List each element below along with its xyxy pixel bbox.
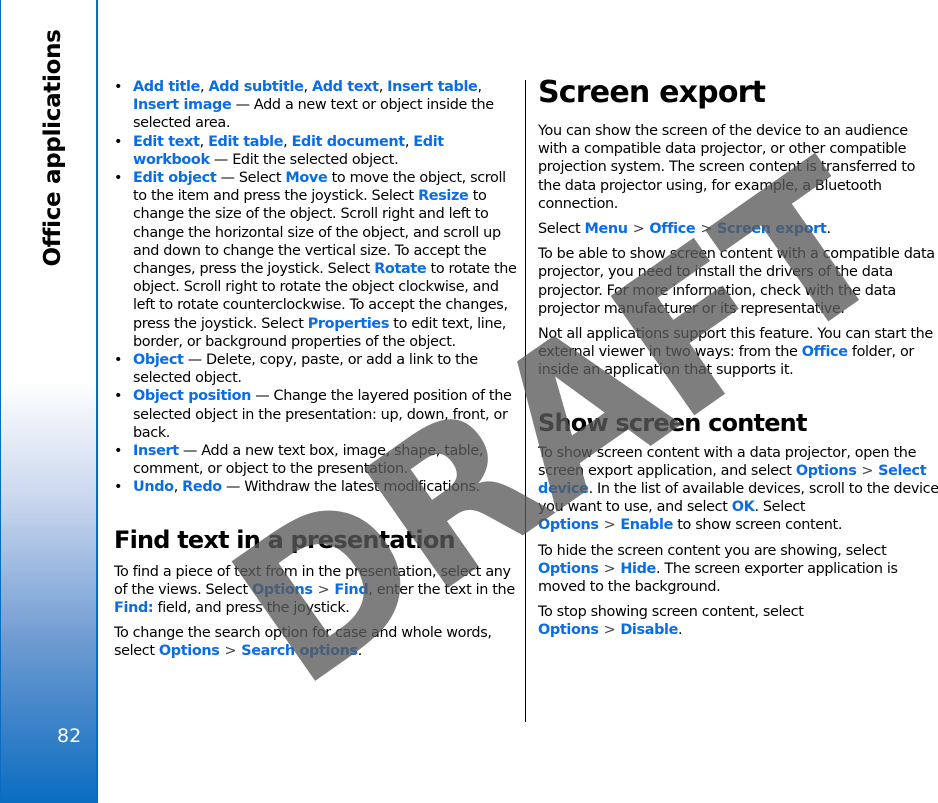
paragraph-hide: To hide the screen content you are showi… — [538, 542, 898, 596]
link-search-options[interactable]: Search options — [241, 643, 358, 659]
link-add-title[interactable]: Add title — [133, 79, 200, 95]
options-list: • Add title, Add subtitle, Add text, Ins… — [114, 78, 518, 497]
paragraph-menu-path: Select Menu > Office > Screen export. — [538, 221, 831, 238]
link-edit-document[interactable]: Edit document — [292, 134, 406, 150]
link-resize[interactable]: Resize — [418, 188, 469, 204]
link-office-folder[interactable]: Office — [802, 344, 848, 360]
right-column: Screen export You can show the screen of… — [538, 74, 938, 647]
bullet-icon: • — [114, 443, 123, 460]
bullet-icon: • — [114, 79, 123, 95]
link-options[interactable]: Options — [796, 463, 857, 479]
bullet-icon: • — [114, 170, 123, 187]
link-object-position[interactable]: Object position — [133, 388, 251, 404]
screen-export-heading: Screen export — [538, 75, 766, 110]
link-options[interactable]: Options — [159, 643, 220, 659]
link-options[interactable]: Options — [252, 582, 313, 598]
link-object[interactable]: Object — [133, 352, 184, 368]
paragraph-intro: You can show the screen of the device to… — [538, 123, 916, 212]
link-add-text[interactable]: Add text — [312, 79, 379, 95]
paragraph-support: Not all applications support this featur… — [538, 326, 933, 379]
section-title: Office applications — [40, 29, 66, 267]
link-insert[interactable]: Insert — [133, 443, 179, 459]
separator-icon: > — [603, 622, 616, 639]
separator-icon: > — [603, 517, 616, 534]
list-item: • Undo, Redo — Withdraw the latest modif… — [114, 479, 480, 496]
bullet-icon: • — [114, 352, 123, 369]
link-disable[interactable]: Disable — [620, 622, 678, 638]
link-ok[interactable]: OK — [732, 499, 755, 515]
link-add-subtitle[interactable]: Add subtitle — [208, 79, 303, 95]
link-insert-table[interactable]: Insert table — [387, 79, 478, 95]
sidebar: Office applications 82 — [0, 0, 98, 803]
link-office[interactable]: Office — [649, 221, 695, 237]
separator-icon: > — [317, 581, 330, 598]
link-find[interactable]: Find — [334, 582, 368, 598]
item-description: — Delete, copy, paste, or add a link to … — [133, 352, 478, 387]
link-edit-table[interactable]: Edit table — [208, 134, 283, 150]
paragraph-show: To show screen content with a data proje… — [538, 444, 938, 534]
list-item: • Object — Delete, copy, paste, or add a… — [114, 351, 518, 387]
link-find-field[interactable]: Find: — [114, 600, 154, 616]
link-edit-text[interactable]: Edit text — [133, 134, 200, 150]
list-item: • Add title, Add subtitle, Add text, Ins… — [114, 79, 494, 132]
item-description: — Edit the selected object. — [209, 151, 399, 168]
separator-icon: > — [700, 221, 713, 238]
page-number: 82 — [57, 725, 82, 747]
column-divider — [525, 80, 526, 722]
item-description: — Add a new text box, image, shape, tabl… — [133, 443, 484, 478]
show-screen-content-heading: Show screen content — [538, 408, 807, 437]
bullet-icon: • — [114, 479, 123, 496]
link-options[interactable]: Options — [538, 517, 599, 533]
separator-icon: > — [224, 643, 237, 660]
paragraph-stop: To stop showing screen content, select O… — [538, 604, 804, 639]
link-rotate[interactable]: Rotate — [374, 261, 426, 277]
link-options[interactable]: Options — [538, 622, 599, 638]
list-item: • Edit object — Select Move to move the … — [114, 170, 517, 350]
link-redo[interactable]: Redo — [182, 479, 222, 495]
link-move[interactable]: Move — [285, 170, 327, 186]
find-paragraph-1: To find a piece of text from in the pres… — [114, 563, 515, 617]
left-column: • Add title, Add subtitle, Add text, Ins… — [114, 78, 518, 668]
list-item: • Object position — Change the layered p… — [114, 387, 518, 442]
link-enable[interactable]: Enable — [620, 517, 673, 533]
list-item: • Edit text, Edit table, Edit document, … — [114, 133, 444, 168]
link-edit-object[interactable]: Edit object — [133, 170, 217, 186]
bullet-icon: • — [114, 388, 123, 405]
link-menu[interactable]: Menu — [585, 221, 629, 237]
bullet-icon: • — [114, 133, 123, 150]
find-heading: Find text in a presentation — [114, 525, 456, 554]
item-description: — Withdraw the latest modifications. — [221, 479, 480, 496]
list-item: • Insert — Add a new text box, image, sh… — [114, 442, 518, 478]
separator-icon: > — [861, 462, 874, 479]
find-paragraph-2: To change the search option for case and… — [114, 625, 492, 660]
link-hide[interactable]: Hide — [620, 561, 656, 577]
separator-icon: > — [603, 560, 616, 577]
paragraph-drivers: To be able to show screen content with a… — [538, 246, 935, 317]
link-insert-image[interactable]: Insert image — [133, 97, 232, 113]
link-options[interactable]: Options — [538, 561, 599, 577]
link-undo[interactable]: Undo — [133, 479, 174, 495]
separator-icon: > — [632, 221, 645, 238]
link-screen-export[interactable]: Screen export — [717, 221, 827, 237]
link-properties[interactable]: Properties — [308, 316, 390, 332]
